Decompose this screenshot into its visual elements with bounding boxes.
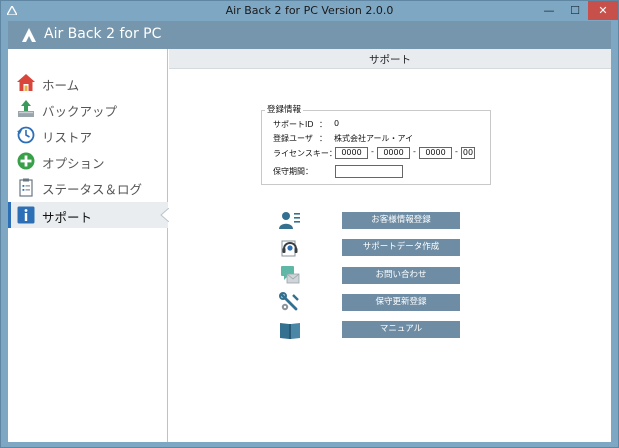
backup-icon	[18, 100, 34, 117]
license-key-field-3[interactable]: 0000	[419, 147, 452, 159]
customer-info-icon	[279, 212, 300, 229]
license-key-label: ライセンスキー：	[273, 149, 337, 158]
registration-legend: 登録情報	[265, 103, 304, 115]
window-title: Air Back 2 for PC Version 2.0.0	[225, 4, 394, 17]
license-separator: -	[371, 147, 374, 156]
support-id-colon: ：	[319, 120, 327, 129]
create-support-data-button[interactable]: サポートデータ作成	[342, 239, 460, 256]
minimize-icon: —	[543, 4, 555, 17]
close-icon: ✕	[598, 4, 608, 17]
sidebar-item-label: オプション	[42, 156, 105, 171]
sidebar-item-home[interactable]: ホーム	[8, 70, 168, 96]
title-bar[interactable]: Air Back 2 for PC Version 2.0.0 — ☐ ✕	[1, 1, 618, 21]
page-title: サポート	[369, 54, 411, 66]
options-icon	[17, 152, 35, 170]
app-logo-icon	[22, 28, 36, 42]
maximize-icon: ☐	[570, 4, 580, 17]
license-separator: -	[413, 147, 416, 156]
maintenance-term-field[interactable]	[335, 165, 403, 178]
client-area: ホーム バックアップ リストア オプション ステータス＆ログ サポート サポート…	[8, 49, 611, 442]
maximize-button[interactable]: ☐	[562, 1, 588, 20]
app-header: Air Back 2 for PC	[8, 21, 611, 49]
active-pointer	[160, 208, 169, 222]
page-header: サポート	[169, 49, 611, 69]
support-headset-icon	[281, 240, 298, 257]
license-separator: -	[455, 147, 458, 156]
maintenance-term-label: 保守期間：	[273, 167, 313, 176]
sidebar-item-support[interactable]: サポート	[8, 202, 169, 228]
sidebar-item-status-log[interactable]: ステータス＆ログ	[8, 174, 168, 200]
support-id-label: サポートID	[273, 120, 314, 129]
registered-user-colon: ：	[319, 134, 327, 143]
active-indicator	[8, 202, 11, 228]
restore-icon	[17, 126, 35, 144]
main-content: サポート 登録情報 サポートID ： 0 登録ユーザ ： 株式会社アール・アイ …	[169, 49, 611, 442]
license-key-field-1[interactable]: 0000	[335, 147, 368, 159]
maintenance-renewal-button[interactable]: 保守更新登録	[342, 294, 460, 311]
sidebar-item-backup[interactable]: バックアップ	[8, 96, 168, 122]
license-key-field-2[interactable]: 0000	[377, 147, 410, 159]
home-icon	[17, 74, 35, 91]
license-key-field-4[interactable]: 00	[461, 147, 475, 159]
sidebar-item-label: ステータス＆ログ	[42, 182, 143, 197]
app-window: Air Back 2 for PC Version 2.0.0 — ☐ ✕ Ai…	[0, 0, 619, 448]
manual-book-icon	[280, 323, 300, 339]
close-button[interactable]: ✕	[588, 1, 618, 20]
sidebar-item-label: リストア	[42, 130, 93, 145]
customer-registration-button[interactable]: お客様情報登録	[342, 212, 460, 229]
app-name: Air Back 2 for PC	[44, 26, 162, 42]
minimize-button[interactable]: —	[536, 1, 562, 20]
sidebar-item-label: ホーム	[42, 78, 80, 93]
status-log-icon	[19, 178, 33, 197]
sidebar: ホーム バックアップ リストア オプション ステータス＆ログ サポート	[8, 49, 169, 442]
sidebar-item-label: サポート	[42, 210, 93, 225]
support-id-value: 0	[334, 119, 340, 128]
info-icon	[17, 206, 35, 224]
sidebar-item-label: バックアップ	[42, 104, 118, 119]
maintenance-tools-icon	[279, 292, 299, 311]
inquiry-chat-icon	[281, 266, 300, 284]
inquiry-button[interactable]: お問い合わせ	[342, 267, 460, 284]
registered-user-value: 株式会社アール・アイ	[334, 134, 414, 143]
sidebar-item-options[interactable]: オプション	[8, 148, 168, 174]
sidebar-item-restore[interactable]: リストア	[8, 122, 168, 148]
manual-button[interactable]: マニュアル	[342, 321, 460, 338]
registered-user-label: 登録ユーザ	[273, 134, 313, 143]
